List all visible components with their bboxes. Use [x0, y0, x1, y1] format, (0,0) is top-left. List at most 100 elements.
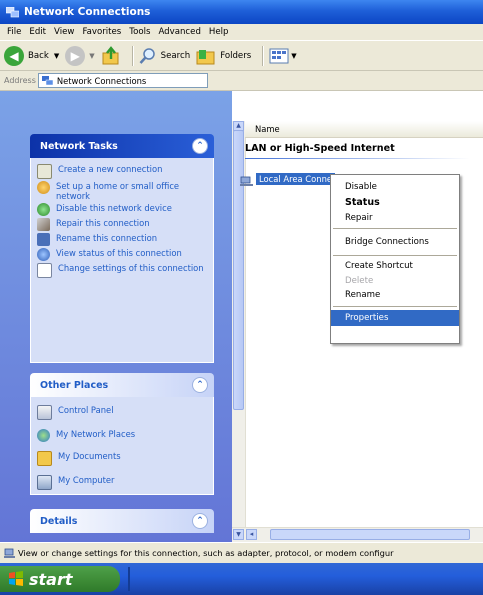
change-settings-icon: [37, 263, 52, 278]
menu-item-delete: Delete: [345, 276, 374, 286]
menu-item-status[interactable]: Status: [331, 195, 459, 211]
vertical-scroll-thumb[interactable]: [233, 130, 244, 410]
repair-icon: [37, 218, 50, 231]
menu-help[interactable]: Help: [205, 27, 233, 37]
task-create-connection[interactable]: Create a new connection: [37, 164, 209, 179]
collapse-chevron-icon[interactable]: ⌃: [192, 513, 208, 529]
scroll-left-icon[interactable]: ◂: [246, 529, 257, 540]
place-label: My Documents: [58, 451, 121, 461]
views-button[interactable]: ▼: [269, 47, 297, 65]
menu-separator: [333, 228, 457, 229]
network-tasks-title: Network Tasks: [40, 140, 118, 152]
other-places-header[interactable]: Other Places ⌃: [30, 373, 214, 397]
menu-item-create-shortcut[interactable]: Create Shortcut: [331, 259, 459, 274]
details-title: Details: [40, 515, 78, 527]
network-tasks-box: Network Tasks ⌃ Create a new connection …: [30, 134, 214, 363]
collapse-chevron-icon[interactable]: ⌃: [192, 377, 208, 393]
column-header-label: Name: [255, 124, 280, 134]
windows-logo-icon: [9, 571, 23, 586]
menu-item-bridge-connections[interactable]: Bridge Connections: [331, 232, 459, 252]
menu-advanced[interactable]: Advanced: [154, 27, 204, 37]
task-view-status[interactable]: View status of this connection: [37, 248, 209, 261]
back-label: Back: [28, 50, 49, 61]
address-bar: Address Network Connections: [0, 71, 483, 91]
place-my-computer[interactable]: My Computer: [37, 475, 209, 490]
back-button[interactable]: ◀ Back ▼: [4, 45, 59, 66]
network-connections-icon: [5, 6, 20, 18]
network-tasks-list: Create a new connection Set up a home or…: [30, 158, 214, 363]
task-label: Rename this connection: [56, 233, 158, 243]
scroll-down-icon[interactable]: ▼: [233, 529, 244, 540]
menu-item-rename[interactable]: Rename: [331, 288, 459, 303]
menu-favorites[interactable]: Favorites: [78, 27, 125, 37]
task-repair-connection[interactable]: Repair this connection: [37, 218, 209, 231]
menu-view[interactable]: View: [50, 27, 78, 37]
back-arrow-icon: ◀: [4, 45, 24, 66]
new-connection-icon: [37, 164, 52, 179]
place-label: My Computer: [58, 475, 115, 485]
status-text: View or change settings for this connect…: [18, 548, 394, 558]
back-dropdown-icon[interactable]: ▼: [54, 52, 59, 60]
task-label: View status of this connection: [56, 248, 182, 258]
status-connection-icon: [4, 548, 15, 558]
task-change-settings[interactable]: Change settings of this connection: [37, 263, 209, 278]
documents-folder-icon: [37, 451, 52, 466]
network-connections-icon: [41, 75, 54, 85]
views-icon: [269, 48, 289, 63]
up-folder-icon: [102, 45, 119, 64]
menu-tools[interactable]: Tools: [125, 27, 154, 37]
place-my-network-places[interactable]: My Network Places: [37, 429, 209, 442]
start-button[interactable]: start: [0, 566, 120, 592]
forward-button[interactable]: ▶ ▼: [65, 45, 95, 66]
forward-arrow-icon: ▶: [65, 45, 86, 66]
control-panel-icon: [37, 405, 52, 420]
taskbar-separator: [128, 567, 130, 591]
place-control-panel[interactable]: Control Panel: [37, 405, 209, 420]
details-header[interactable]: Details ⌃: [30, 509, 214, 533]
home-network-icon: [37, 181, 50, 194]
up-folder-button[interactable]: [101, 45, 121, 66]
place-my-documents[interactable]: My Documents: [37, 451, 209, 466]
search-button[interactable]: Search: [139, 47, 190, 65]
place-label: Control Panel: [58, 405, 114, 415]
horizontal-scroll-thumb[interactable]: [270, 529, 470, 540]
collapse-chevron-icon[interactable]: ⌃: [192, 138, 208, 154]
local-area-connection-item[interactable]: Local Area Connection: [256, 173, 335, 185]
menu-file[interactable]: File: [3, 27, 25, 37]
task-rename-connection[interactable]: Rename this connection: [37, 233, 209, 246]
group-divider: [245, 158, 470, 159]
menu-item-repair[interactable]: Repair: [331, 211, 459, 225]
task-label: Set up a home or small office network: [56, 181, 180, 201]
folders-button[interactable]: Folders: [196, 47, 251, 65]
details-box: Details ⌃: [30, 509, 214, 533]
lan-connection-icon[interactable]: [240, 175, 254, 187]
other-places-box: Other Places ⌃ Control Panel My Network …: [30, 373, 214, 495]
column-header-name[interactable]: Name: [245, 121, 483, 138]
menu-edit[interactable]: Edit: [25, 27, 50, 37]
address-label: Address: [4, 76, 36, 85]
place-label: My Network Places: [56, 429, 136, 439]
view-status-icon: [37, 248, 50, 261]
context-menu: Disable Status Repair Bridge Connections…: [330, 174, 460, 344]
task-disable-device[interactable]: Disable this network device: [37, 203, 209, 216]
computer-icon: [37, 475, 52, 490]
network-tasks-header[interactable]: Network Tasks ⌃: [30, 134, 214, 158]
task-label: Change settings of this connection: [58, 263, 204, 273]
task-setup-home-network[interactable]: Set up a home or small office network: [37, 181, 209, 201]
toolbar-separator: [131, 45, 134, 66]
address-value: Network Connections: [56, 75, 147, 86]
forward-dropdown-icon[interactable]: ▼: [89, 52, 94, 60]
views-dropdown-icon[interactable]: ▼: [291, 52, 296, 60]
group-heading: LAN or High-Speed Internet: [245, 143, 395, 154]
menu-item-properties[interactable]: Properties: [331, 310, 459, 326]
start-label: start: [29, 569, 73, 589]
rename-icon: [37, 233, 50, 246]
menu-bar: File Edit View Favorites Tools Advanced …: [0, 24, 483, 40]
folders-icon: [196, 49, 215, 64]
folders-label: Folders: [220, 50, 252, 61]
address-field[interactable]: Network Connections: [37, 73, 208, 88]
menu-item-disable[interactable]: Disable: [331, 179, 459, 195]
search-icon: [139, 47, 155, 64]
menu-separator: [333, 306, 457, 307]
other-places-title: Other Places: [40, 379, 109, 391]
